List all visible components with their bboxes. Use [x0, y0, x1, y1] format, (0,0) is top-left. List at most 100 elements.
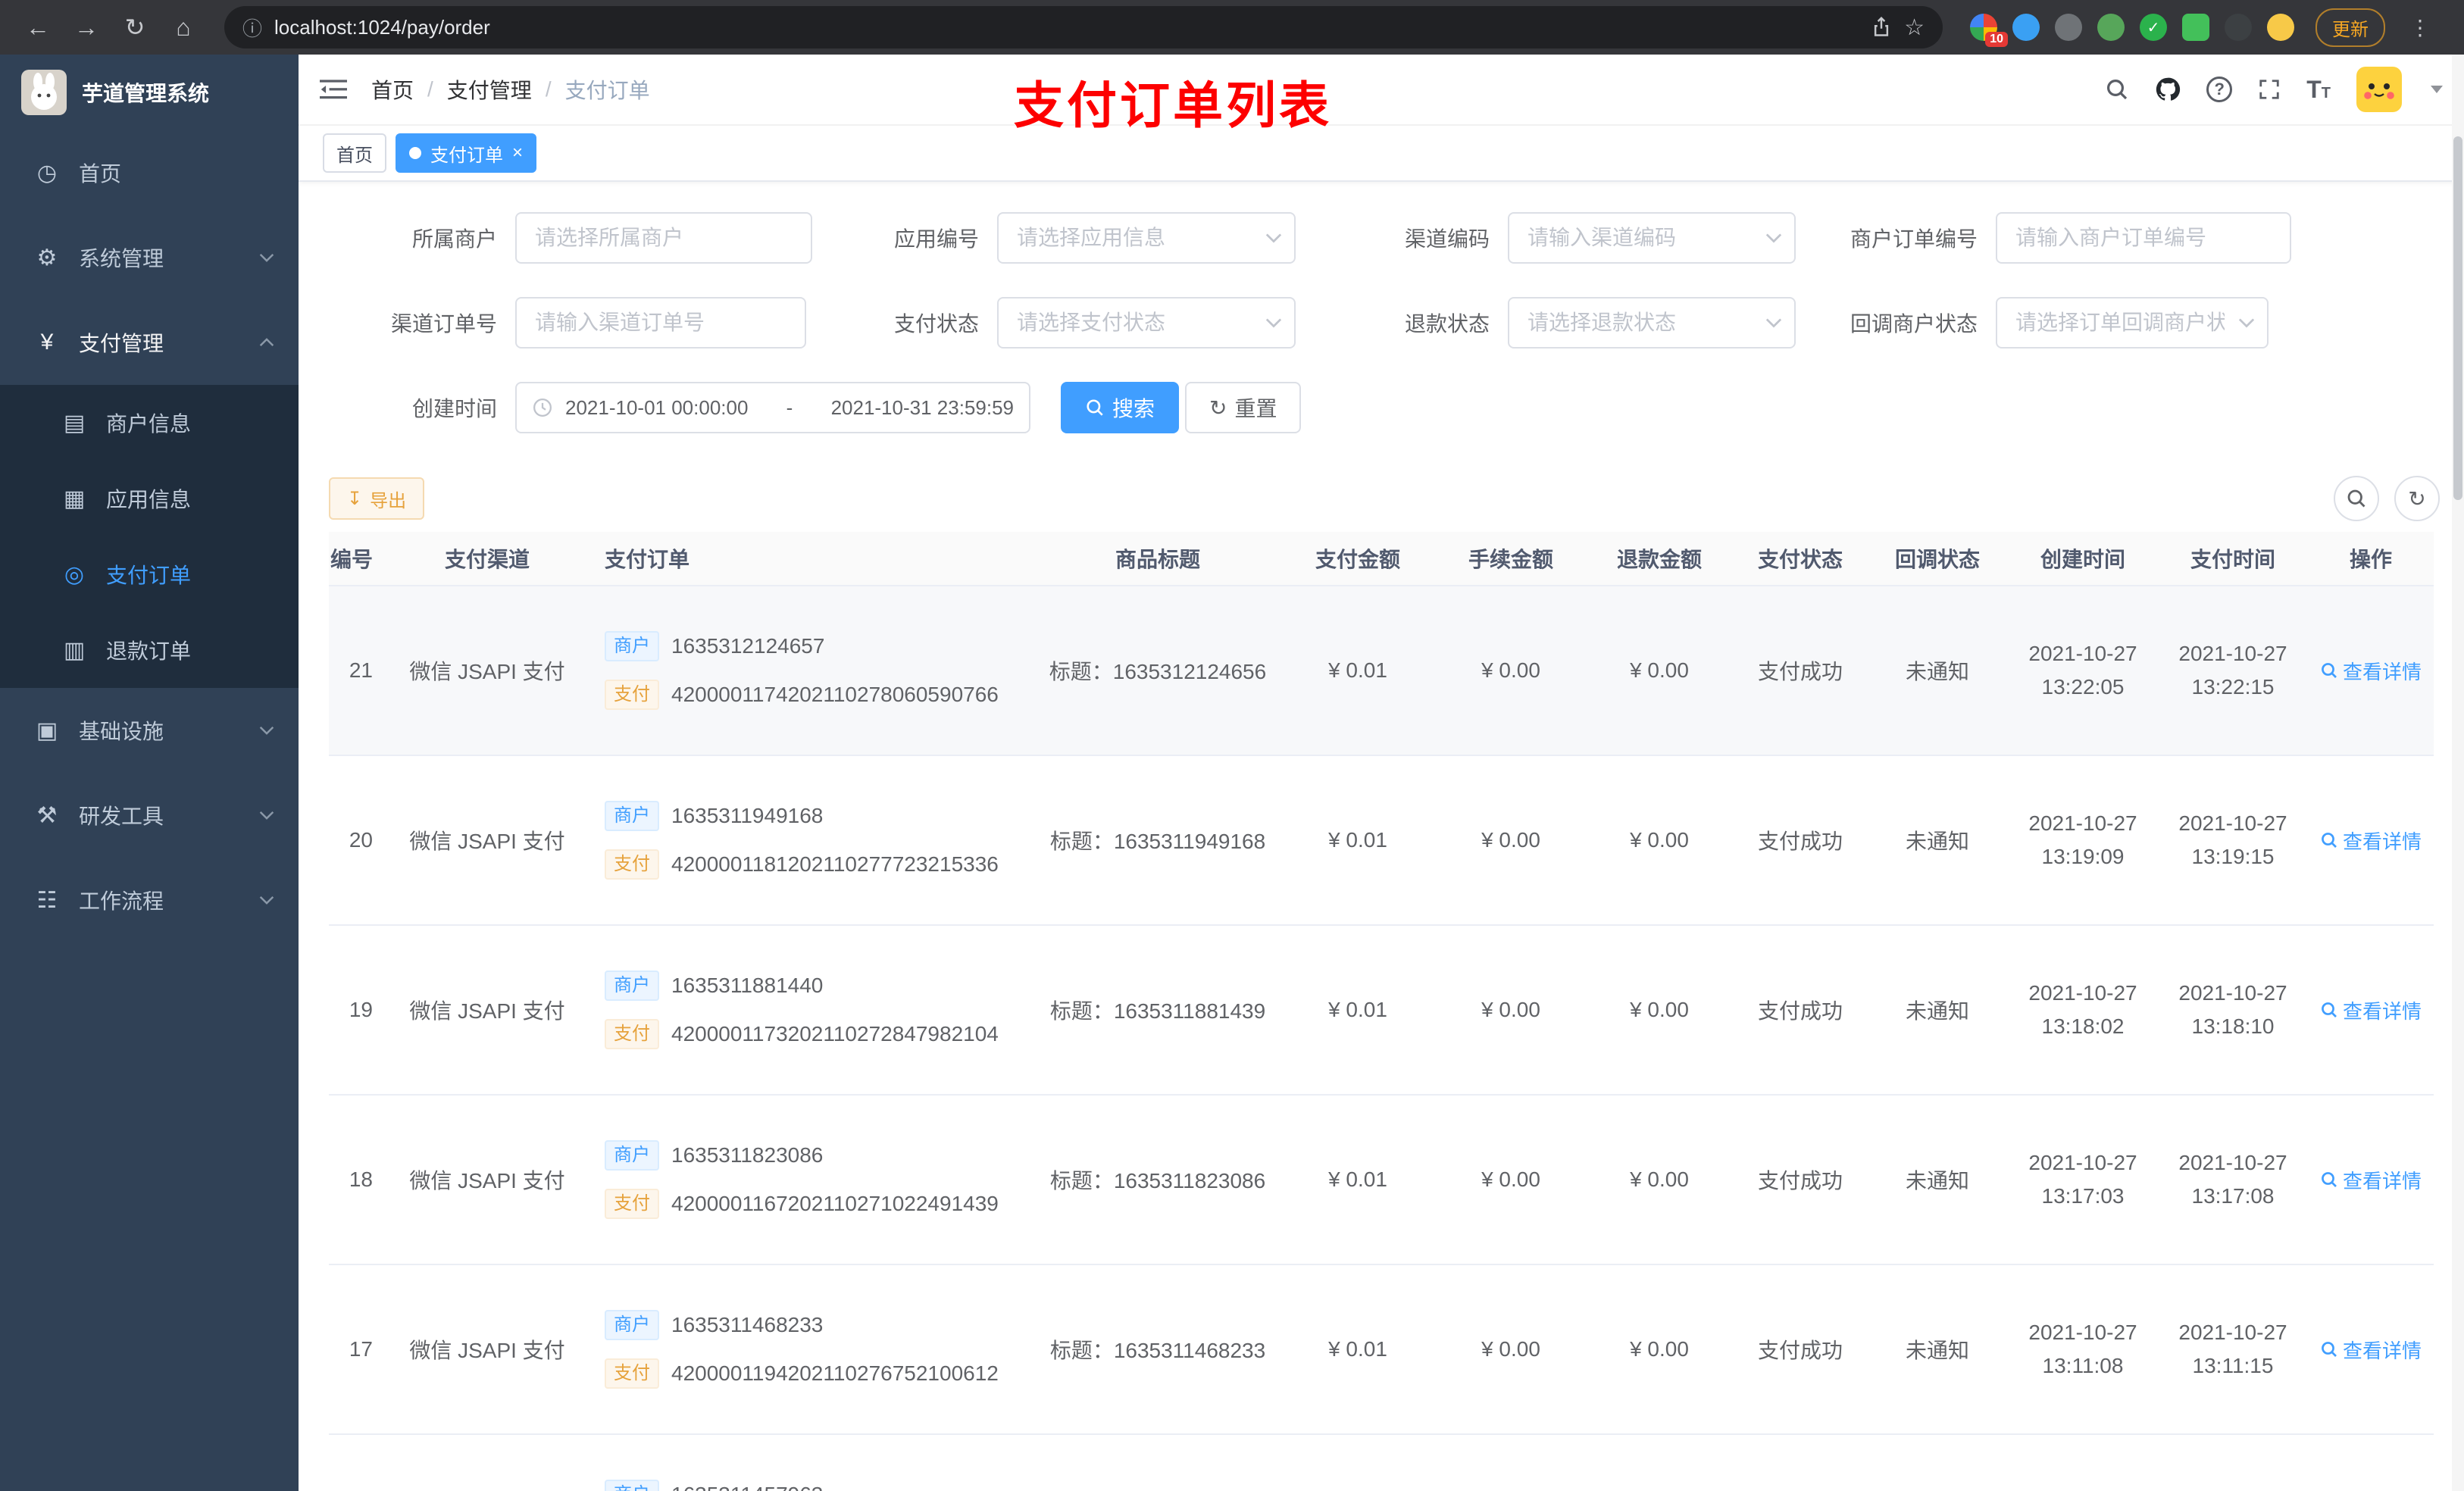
- view-detail-link[interactable]: 查看详情: [2308, 1336, 2434, 1364]
- sidebar-item-merchant-info[interactable]: ▤ 商户信息: [0, 385, 299, 461]
- fee-amount: ¥ 0.00: [1481, 1337, 1540, 1361]
- merchant-select[interactable]: [515, 212, 812, 264]
- table-row[interactable]: 21 微信 JSAPI 支付 商户 1635312124657 支付 42000…: [329, 586, 2434, 756]
- font-size-icon[interactable]: TT: [2306, 76, 2331, 104]
- bookmark-star-icon[interactable]: ☆: [1904, 14, 1925, 41]
- sidebar-item-refund-order[interactable]: ▥ 退款订单: [0, 612, 299, 688]
- pay-tag: 支付: [605, 1189, 659, 1219]
- view-detail-label: 查看详情: [2342, 999, 2422, 1023]
- scrollbar-thumb[interactable]: [2453, 136, 2462, 500]
- table-header: 编号 支付渠道 支付订单 商品标题 支付金额 手续金额 退款金额 支付状态 回调…: [329, 532, 2434, 586]
- home-icon[interactable]: ⌂: [161, 14, 206, 42]
- browser-update-button[interactable]: 更新: [2315, 8, 2385, 47]
- view-detail-link[interactable]: 查看详情: [2308, 827, 2434, 855]
- github-icon[interactable]: [2155, 77, 2181, 102]
- help-icon[interactable]: ?: [2206, 77, 2233, 102]
- table-row[interactable]: 商户 1635311457963 支付 查看详情: [329, 1435, 2434, 1491]
- menu-label: 退款订单: [106, 639, 192, 663]
- create-date: 2021-10-27: [2028, 1321, 2137, 1344]
- sidebar-item-home[interactable]: ◷ 首页: [0, 130, 299, 215]
- merchant-tag: 商户: [605, 631, 659, 661]
- vertical-scrollbar[interactable]: [2452, 55, 2464, 1491]
- refund-status-select[interactable]: [1508, 297, 1796, 349]
- pay-time: 2021-10-27 13:11:15: [2158, 1316, 2308, 1383]
- header-actions: ? TT: [2105, 67, 2443, 112]
- menu-label: 工作流程: [79, 889, 164, 913]
- pay-channel: 微信 JSAPI 支付: [409, 830, 565, 853]
- search-icon[interactable]: [2105, 77, 2129, 102]
- channel-order-no-input[interactable]: [515, 297, 806, 349]
- pay-time: 2021-10-27 13:19:15: [2158, 807, 2308, 874]
- back-icon[interactable]: ←: [15, 14, 61, 42]
- app-logo[interactable]: 芋道管理系统: [0, 55, 299, 130]
- extension-icon[interactable]: ✓: [2140, 14, 2167, 41]
- breadcrumb-home[interactable]: 首页: [371, 74, 414, 105]
- table-row[interactable]: 17 微信 JSAPI 支付 商户 1635311468233 支付 42000…: [329, 1265, 2434, 1435]
- app-select[interactable]: [997, 212, 1296, 264]
- caret-down-icon[interactable]: [2431, 86, 2443, 93]
- profile-avatar-icon[interactable]: [2267, 14, 2294, 41]
- channel-pay-no: 4200001194202110276752100612: [671, 1361, 999, 1385]
- page-header: 首页 / 支付管理 / 支付订单 支付订单列表 ? TT: [299, 55, 2464, 133]
- pay-status: 支付成功: [1757, 660, 1843, 683]
- merchant-order-no: 1635311823086: [671, 1143, 824, 1167]
- chevron-up-icon: [259, 338, 274, 347]
- sidebar-item-pay-order[interactable]: ◎ 支付订单: [0, 536, 299, 612]
- chevron-down-icon: [259, 726, 274, 735]
- refund-amount: ¥ 0.00: [1630, 998, 1689, 1021]
- refresh-table-button[interactable]: ↻: [2394, 476, 2440, 521]
- breadcrumb-pay-mgmt[interactable]: 支付管理: [447, 74, 532, 105]
- browser-menu-icon[interactable]: ⋮: [2400, 15, 2440, 40]
- forward-icon[interactable]: →: [64, 14, 109, 42]
- pay-tag: 支付: [605, 1019, 659, 1049]
- channel-code-select[interactable]: [1508, 212, 1796, 264]
- extension-icon[interactable]: [2225, 14, 2252, 41]
- col-header: 操作: [2349, 548, 2392, 571]
- sidebar-item-dev-tools[interactable]: ⚒ 研发工具: [0, 773, 299, 858]
- extension-icon[interactable]: [2182, 14, 2209, 41]
- sidebar-item-workflow[interactable]: ☷ 工作流程: [0, 858, 299, 942]
- pay-time: 2021-10-27 13:18:10: [2158, 977, 2308, 1043]
- col-header: 创建时间: [2040, 548, 2125, 571]
- breadcrumb: 首页 / 支付管理 / 支付订单: [371, 74, 650, 105]
- sidebar-item-infrastructure[interactable]: ▣ 基础设施: [0, 688, 299, 773]
- toggle-search-button[interactable]: [2334, 476, 2379, 521]
- export-button-label: 导出: [370, 490, 407, 511]
- extension-icon[interactable]: [2012, 14, 2040, 41]
- search-button[interactable]: 搜索: [1061, 382, 1180, 433]
- tab-pay-order[interactable]: 支付订单 ×: [396, 133, 537, 173]
- pay-amount: ¥ 0.01: [1328, 658, 1387, 682]
- tab-home[interactable]: 首页: [323, 133, 386, 173]
- date-range-picker[interactable]: 2021-10-01 00:00:00 - 2021-10-31 23:59:5…: [515, 382, 1030, 433]
- reload-icon[interactable]: ↻: [112, 13, 158, 42]
- extension-icon[interactable]: [2097, 14, 2125, 41]
- sidebar-item-payment[interactable]: ¥ 支付管理: [0, 300, 299, 385]
- sidebar-item-app-info[interactable]: ▦ 应用信息: [0, 461, 299, 536]
- share-icon[interactable]: [1871, 17, 1892, 38]
- table-row[interactable]: 19 微信 JSAPI 支付 商户 1635311881440 支付 42000…: [329, 926, 2434, 1096]
- menu-label: 支付订单: [106, 564, 192, 587]
- user-avatar[interactable]: [2356, 67, 2402, 112]
- reset-button[interactable]: ↻ 重置: [1185, 382, 1302, 433]
- view-detail-link[interactable]: 查看详情: [2308, 1166, 2434, 1194]
- extension-icon[interactable]: [2055, 14, 2082, 41]
- extension-icon[interactable]: 10: [1970, 14, 2008, 47]
- sidebar-item-system[interactable]: ⚙ 系统管理: [0, 215, 299, 300]
- table-row[interactable]: 18 微信 JSAPI 支付 商户 1635311823086 支付 42000…: [329, 1096, 2434, 1265]
- breadcrumb-separator: /: [427, 77, 433, 101]
- address-bar[interactable]: ⓘ localhost:1024/pay/order ☆: [224, 6, 1943, 48]
- site-info-icon[interactable]: ⓘ: [242, 14, 262, 42]
- merchant-order-no-input[interactable]: [1996, 212, 2291, 264]
- pay-date: 2021-10-27: [2178, 981, 2287, 1005]
- create-clock: 13:19:09: [2041, 845, 2125, 868]
- pay-status-select[interactable]: [997, 297, 1296, 349]
- collapse-sidebar-icon[interactable]: [320, 78, 347, 101]
- fullscreen-icon[interactable]: [2258, 78, 2281, 101]
- table-row[interactable]: 20 微信 JSAPI 支付 商户 1635311949168 支付 42000…: [329, 756, 2434, 926]
- export-button[interactable]: ↧ 导出: [329, 477, 425, 520]
- view-detail-link[interactable]: 查看详情: [2308, 996, 2434, 1024]
- notify-status-select[interactable]: [1996, 297, 2269, 349]
- close-icon[interactable]: ×: [512, 142, 523, 164]
- view-detail-link[interactable]: 查看详情: [2308, 657, 2434, 685]
- filter-label: 所属商户: [411, 227, 497, 251]
